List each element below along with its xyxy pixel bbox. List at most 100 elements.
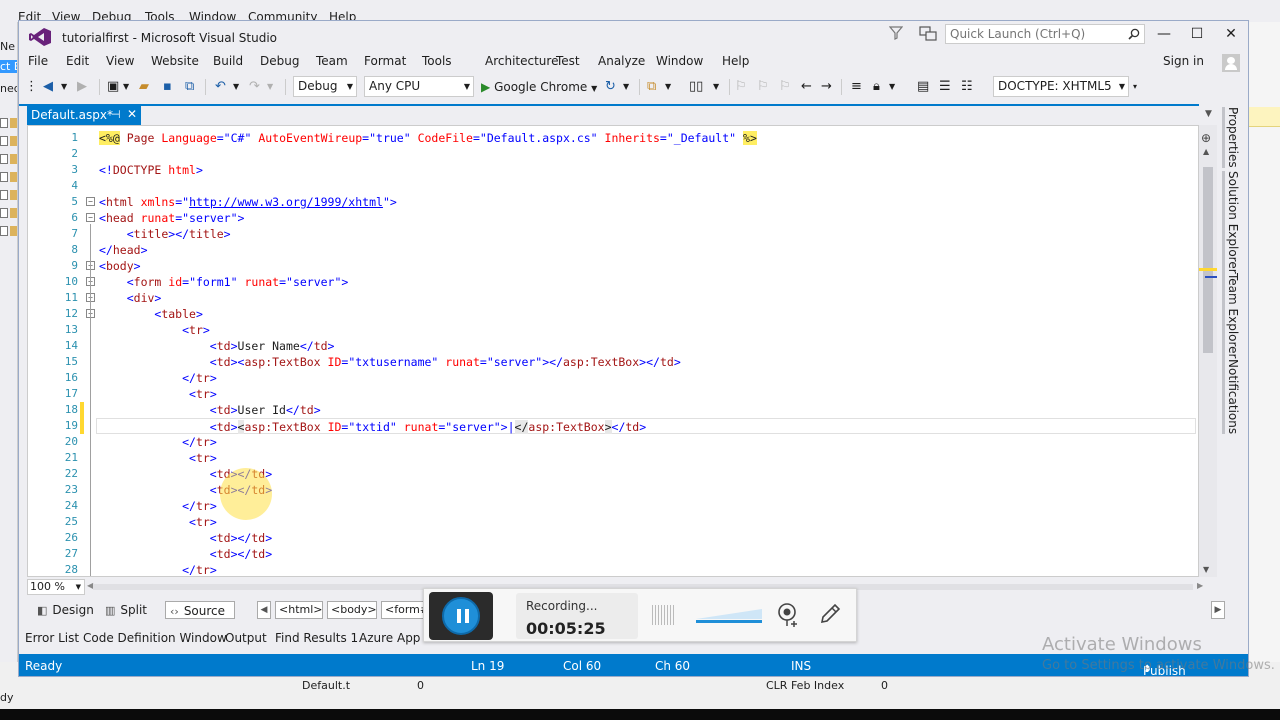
zoom-select[interactable]: 100 % ▼	[27, 579, 85, 595]
new-project-dropdown-icon[interactable]: ▼	[123, 79, 129, 95]
code-editor[interactable]: 12345−6−789−10−11−12−1314151617181920212…	[27, 125, 1199, 577]
save-all-icon[interactable]: ⧉	[185, 79, 194, 95]
code-line[interactable]: <td>User Name</td>	[99, 338, 335, 354]
toolbar-overflow-icon[interactable]: ▾	[1133, 79, 1137, 95]
tab-team-explorer[interactable]: Team Explorer	[1222, 273, 1240, 359]
menu-tools[interactable]: Tools	[422, 54, 452, 68]
scroll-right-icon[interactable]: ▶	[1197, 581, 1203, 590]
start-debugging-button[interactable]: ▶ Google Chrome ▼	[481, 78, 597, 96]
collapse-icon[interactable]: −	[86, 213, 95, 222]
menu-website[interactable]: Website	[151, 54, 199, 68]
quick-launch-box[interactable]	[945, 24, 1145, 44]
breadcrumb-html[interactable]: <html>	[275, 601, 323, 619]
pin-icon[interactable]: ⊣	[111, 108, 121, 121]
code-line[interactable]: <td><asp:TextBox ID="txtusername" runat=…	[99, 354, 681, 370]
pen-icon[interactable]	[818, 602, 842, 626]
chevron-down-icon[interactable]: ▼	[591, 84, 597, 93]
menu-test[interactable]: Test	[556, 54, 580, 68]
new-project-icon[interactable]: ▣	[107, 79, 119, 95]
code-line[interactable]: <form id="form1" runat="server">	[99, 274, 349, 290]
pause-recording-button[interactable]	[429, 592, 493, 640]
breadcrumb-prev-icon[interactable]: ◀	[257, 601, 271, 619]
redo-icon[interactable]: ↷	[249, 79, 260, 95]
menu-view[interactable]: View	[106, 54, 134, 68]
code-line[interactable]: <tr>	[99, 322, 210, 338]
menu-architecture[interactable]: Architecture	[485, 54, 558, 68]
browser-link-dropdown-icon[interactable]: ▼	[665, 79, 671, 95]
tab-find-results[interactable]: Find Results 1	[275, 631, 358, 645]
format-document-icon[interactable]: ▤	[917, 79, 929, 95]
browser-link-icon[interactable]: ⧉	[647, 79, 656, 95]
refresh-browser-icon[interactable]: ↻	[605, 79, 616, 95]
code-line[interactable]: <head runat="server">	[99, 210, 244, 226]
code-line[interactable]: <%@ Page Language="C#" AutoEventWireup="…	[99, 130, 757, 146]
tab-notifications[interactable]: Notifications	[1222, 359, 1240, 435]
tab-list-dropdown-icon[interactable]: ▼	[1205, 109, 1212, 119]
solution-platform-select[interactable]: Any CPU ▼	[364, 76, 474, 97]
outdent-icon[interactable]: ☷	[961, 79, 973, 95]
tab-code-definition-window[interactable]: Code Definition Window	[83, 631, 227, 645]
menu-debug[interactable]: Debug	[260, 54, 299, 68]
indent-icon[interactable]: ☰	[939, 79, 951, 95]
code-line[interactable]: <tr>	[99, 386, 217, 402]
layout-dropdown-icon[interactable]: ▼	[713, 79, 719, 95]
breadcrumb-body[interactable]: <body>	[327, 601, 377, 619]
layout-icon[interactable]: ▯▯	[689, 79, 703, 95]
doctype-select[interactable]: DOCTYPE: XHTML5 ▼	[993, 76, 1129, 97]
scrollbar-thumb[interactable]	[1203, 167, 1213, 353]
code-line[interactable]: <!DOCTYPE html>	[99, 162, 203, 178]
code-line[interactable]: <tr>	[99, 514, 217, 530]
navigate-forward-icon[interactable]: ▶	[77, 79, 87, 95]
refresh-dropdown-icon[interactable]: ▼	[623, 79, 629, 95]
close-button[interactable]: ✕	[1217, 24, 1245, 44]
split-editor-icon[interactable]: ⊕	[1201, 131, 1211, 145]
menu-file[interactable]: File	[28, 54, 48, 68]
tab-split[interactable]: ▥ Split	[101, 601, 151, 619]
bookmark-icon[interactable]: ⚐	[735, 79, 747, 95]
tab-azure-app-service[interactable]: Azure App S	[359, 631, 432, 645]
navigate-back-icon[interactable]: ◀	[43, 79, 53, 95]
maximize-button[interactable]: ☐	[1183, 24, 1211, 44]
tab-source[interactable]: ‹› Source	[165, 601, 235, 619]
code-line[interactable]: </tr>	[99, 498, 217, 514]
redo-dropdown-icon[interactable]: ▼	[267, 79, 273, 95]
code-line[interactable]: <html xmlns="http://www.w3.org/1999/xhtm…	[99, 194, 397, 210]
scroll-down-icon[interactable]: ▼	[1203, 565, 1209, 574]
solution-configuration-select[interactable]: Debug ▼	[293, 76, 357, 97]
menu-analyze[interactable]: Analyze	[598, 54, 645, 68]
code-line[interactable]: <td></td>	[99, 530, 272, 546]
menu-team[interactable]: Team	[316, 54, 348, 68]
menu-edit[interactable]: Edit	[66, 54, 89, 68]
open-file-icon[interactable]: ▰	[139, 79, 149, 95]
forward-arrow-icon[interactable]: →	[821, 79, 832, 95]
minimize-button[interactable]: —	[1150, 24, 1178, 44]
code-line[interactable]: <title></title>	[99, 226, 231, 242]
account-icon[interactable]	[1222, 54, 1240, 72]
undo-icon[interactable]: ↶	[215, 79, 226, 95]
menu-window[interactable]: Window	[656, 54, 703, 68]
tab-design[interactable]: ◧ Design	[33, 601, 98, 619]
code-line[interactable]: </tr>	[99, 370, 217, 386]
next-bookmark-icon[interactable]: ⚐	[779, 79, 791, 95]
vertical-scrollbar[interactable]: ⊕ ▲ ▼	[1199, 125, 1217, 577]
menu-help[interactable]: Help	[722, 54, 749, 68]
search-icon[interactable]	[1128, 28, 1140, 40]
breadcrumb-next-icon[interactable]: ▶	[1211, 601, 1225, 619]
tab-output[interactable]: Output	[225, 631, 267, 645]
code-line[interactable]: </head>	[99, 242, 148, 258]
lock-dropdown-icon[interactable]: ▼	[889, 79, 895, 95]
feedback-icon[interactable]	[919, 26, 937, 42]
sign-in-link[interactable]: Sign in	[1163, 54, 1204, 68]
align-icon[interactable]: ≡	[851, 79, 862, 95]
code-line[interactable]: <div>	[99, 290, 162, 306]
code-line[interactable]: <td></td>	[99, 546, 272, 562]
collapse-icon[interactable]: −	[86, 197, 95, 206]
back-arrow-icon[interactable]: ←	[801, 79, 812, 95]
quick-launch-input[interactable]	[946, 25, 1124, 43]
tab-error-list[interactable]: Error List	[25, 631, 79, 645]
code-line[interactable]: <tr>	[99, 450, 217, 466]
tab-solution-explorer[interactable]: Solution Explorer	[1222, 171, 1240, 274]
lock-icon[interactable]: 🔒︎	[873, 79, 880, 95]
code-line[interactable]: <body>	[99, 258, 141, 274]
back-dropdown-icon[interactable]: ▼	[61, 79, 67, 95]
